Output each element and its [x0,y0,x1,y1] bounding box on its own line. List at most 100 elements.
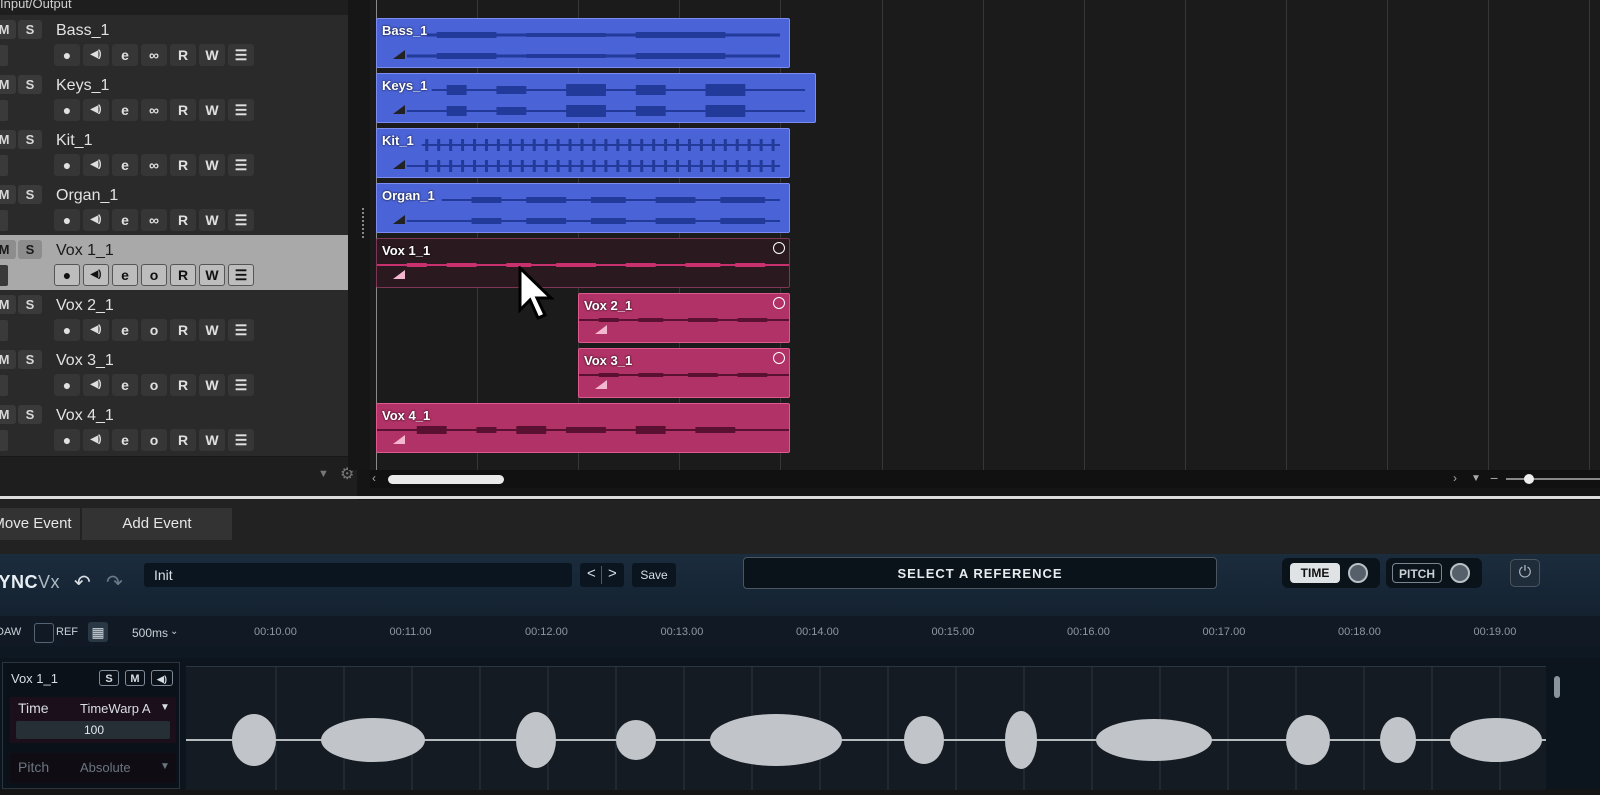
region-fade-handle[interactable] [393,50,405,59]
link-ref-toggle[interactable] [34,623,54,643]
splitter-grip[interactable] [362,208,367,238]
pitch-knob[interactable] [1450,563,1470,583]
panel-divider[interactable] [0,496,1600,499]
audio-region[interactable]: Organ_1 [376,183,790,233]
track-name[interactable]: Organ_1 [56,187,118,205]
solo-button[interactable]: S [18,185,42,204]
scrollbar-thumb[interactable] [388,475,504,484]
grid-resolution-dropdown[interactable]: 500ms [132,626,168,640]
track-name[interactable]: Vox 3_1 [56,352,114,370]
pitch-mode-dropdown[interactable]: Absolute [80,760,131,775]
record-arm-icon[interactable]: ● [54,209,80,231]
track-header[interactable]: M S Vox 1_1 ● ◀) e o R W ☰ [0,235,355,292]
track-name[interactable]: Kit_1 [56,132,92,150]
monitor-icon[interactable]: ◀) [83,154,109,176]
add-event-button[interactable]: Add Event [82,508,232,540]
time-toggle[interactable]: TIME [1290,563,1340,583]
read-automation-button[interactable]: R [170,319,196,341]
solo-button[interactable]: S [18,350,42,369]
mute-button[interactable]: M [0,130,16,149]
edit-icon[interactable]: e [112,44,138,66]
editor-list-icon[interactable]: ☰ [228,44,254,66]
link-icon[interactable]: ∞ [141,44,167,66]
read-automation-button[interactable]: R [170,374,196,396]
edit-icon[interactable]: e [112,209,138,231]
mute-button[interactable]: M [0,75,16,94]
track-name[interactable]: Vox 1_1 [56,242,114,260]
write-automation-button[interactable]: W [199,319,225,341]
scroll-left-icon[interactable]: ‹ [372,471,376,485]
read-automation-button[interactable]: R [170,429,196,451]
record-arm-icon[interactable]: ● [54,99,80,121]
read-automation-button[interactable]: R [170,264,196,286]
preset-next-button[interactable]: > [608,565,617,582]
edit-icon[interactable]: e [112,374,138,396]
mute-button[interactable]: M [0,405,16,424]
save-button[interactable]: Save [632,563,676,587]
zoom-out-icon[interactable]: − [1490,470,1498,486]
audio-region[interactable]: Bass_1 [376,18,790,68]
write-automation-button[interactable]: W [199,209,225,231]
time-algorithm-dropdown[interactable]: TimeWarp A [80,701,151,716]
track-name[interactable]: Vox 4_1 [56,407,114,425]
mute-button[interactable]: M [0,295,16,314]
link-icon[interactable]: o [141,374,167,396]
preset-prev-button[interactable]: < [587,565,596,582]
track-header[interactable]: M S Bass_1 ● ◀) e ∞ R W ☰ [0,15,355,72]
monitor-icon[interactable]: ◀) [83,99,109,121]
preset-name-field[interactable]: Init [144,563,572,587]
read-automation-button[interactable]: R [170,209,196,231]
edit-icon[interactable]: e [112,264,138,286]
write-automation-button[interactable]: W [199,44,225,66]
solo-button[interactable]: S [18,240,42,259]
monitor-icon[interactable]: ◀) [83,429,109,451]
editor-list-icon[interactable]: ☰ [228,264,254,286]
editor-list-icon[interactable]: ☰ [228,154,254,176]
mute-button[interactable]: M [125,670,145,686]
record-arm-icon[interactable]: ● [54,154,80,176]
link-icon[interactable]: o [141,429,167,451]
edit-icon[interactable]: e [112,99,138,121]
edit-icon[interactable]: e [112,319,138,341]
pitch-toggle[interactable]: PITCH [1392,563,1442,583]
track-header[interactable]: M S Kit_1 ● ◀) e ∞ R W ☰ [0,125,355,182]
horizontal-scrollbar[interactable]: ‹ › ▼ − [370,470,1600,488]
read-automation-button[interactable]: R [170,99,196,121]
timeline-ruler[interactable]: DAW REF ▦ 500ms ⌄ 00:10.00 00:11.00 00:12.… [0,616,1600,646]
region-fade-handle[interactable] [393,215,405,224]
link-icon[interactable]: ∞ [141,154,167,176]
audio-region-selected[interactable]: Vox 1_1 [376,238,790,288]
time-knob[interactable] [1348,563,1368,583]
record-arm-icon[interactable]: ● [54,264,80,286]
link-icon[interactable]: o [141,264,167,286]
track-name[interactable]: Bass_1 [56,22,109,40]
scroll-right-icon[interactable]: › [1453,471,1457,485]
arrange-view[interactable]: Bass_1 Keys_1 Kit_1 Organ_1 Vox 1_1 Vox … [370,0,1600,470]
solo-button[interactable]: S [18,405,42,424]
write-automation-button[interactable]: W [199,264,225,286]
redo-icon[interactable]: ↷ [106,570,123,595]
track-header[interactable]: M S Vox 2_1 ● ◀) e o R W ☰ [0,290,355,347]
monitor-icon[interactable]: ◀) [83,209,109,231]
track-name[interactable]: Vox 2_1 [56,297,114,315]
power-button[interactable]: ⏻ [1510,559,1540,587]
track-header[interactable]: M S Vox 3_1 ● ◀) e o R W ☰ [0,345,355,402]
solo-button[interactable]: S [18,130,42,149]
editor-list-icon[interactable]: ☰ [228,99,254,121]
monitor-icon[interactable]: ◀) [83,264,109,286]
record-arm-icon[interactable]: ● [54,319,80,341]
time-amount-slider[interactable]: 100 [16,721,170,739]
editor-list-icon[interactable]: ☰ [228,209,254,231]
audio-region[interactable]: Kit_1 [376,128,790,178]
read-automation-button[interactable]: R [170,44,196,66]
editor-list-icon[interactable]: ☰ [228,374,254,396]
region-fade-handle[interactable] [393,160,405,169]
read-automation-button[interactable]: R [170,154,196,176]
panel-splitter[interactable] [348,0,370,470]
record-arm-icon[interactable]: ● [54,429,80,451]
audio-region[interactable]: Vox 3_1 [578,348,790,398]
editor-list-icon[interactable]: ☰ [228,319,254,341]
track-header[interactable]: M S Vox 4_1 ● ◀) e o R W ☰ [0,400,355,457]
link-icon[interactable]: o [141,319,167,341]
audio-region[interactable]: Vox 2_1 [578,293,790,343]
